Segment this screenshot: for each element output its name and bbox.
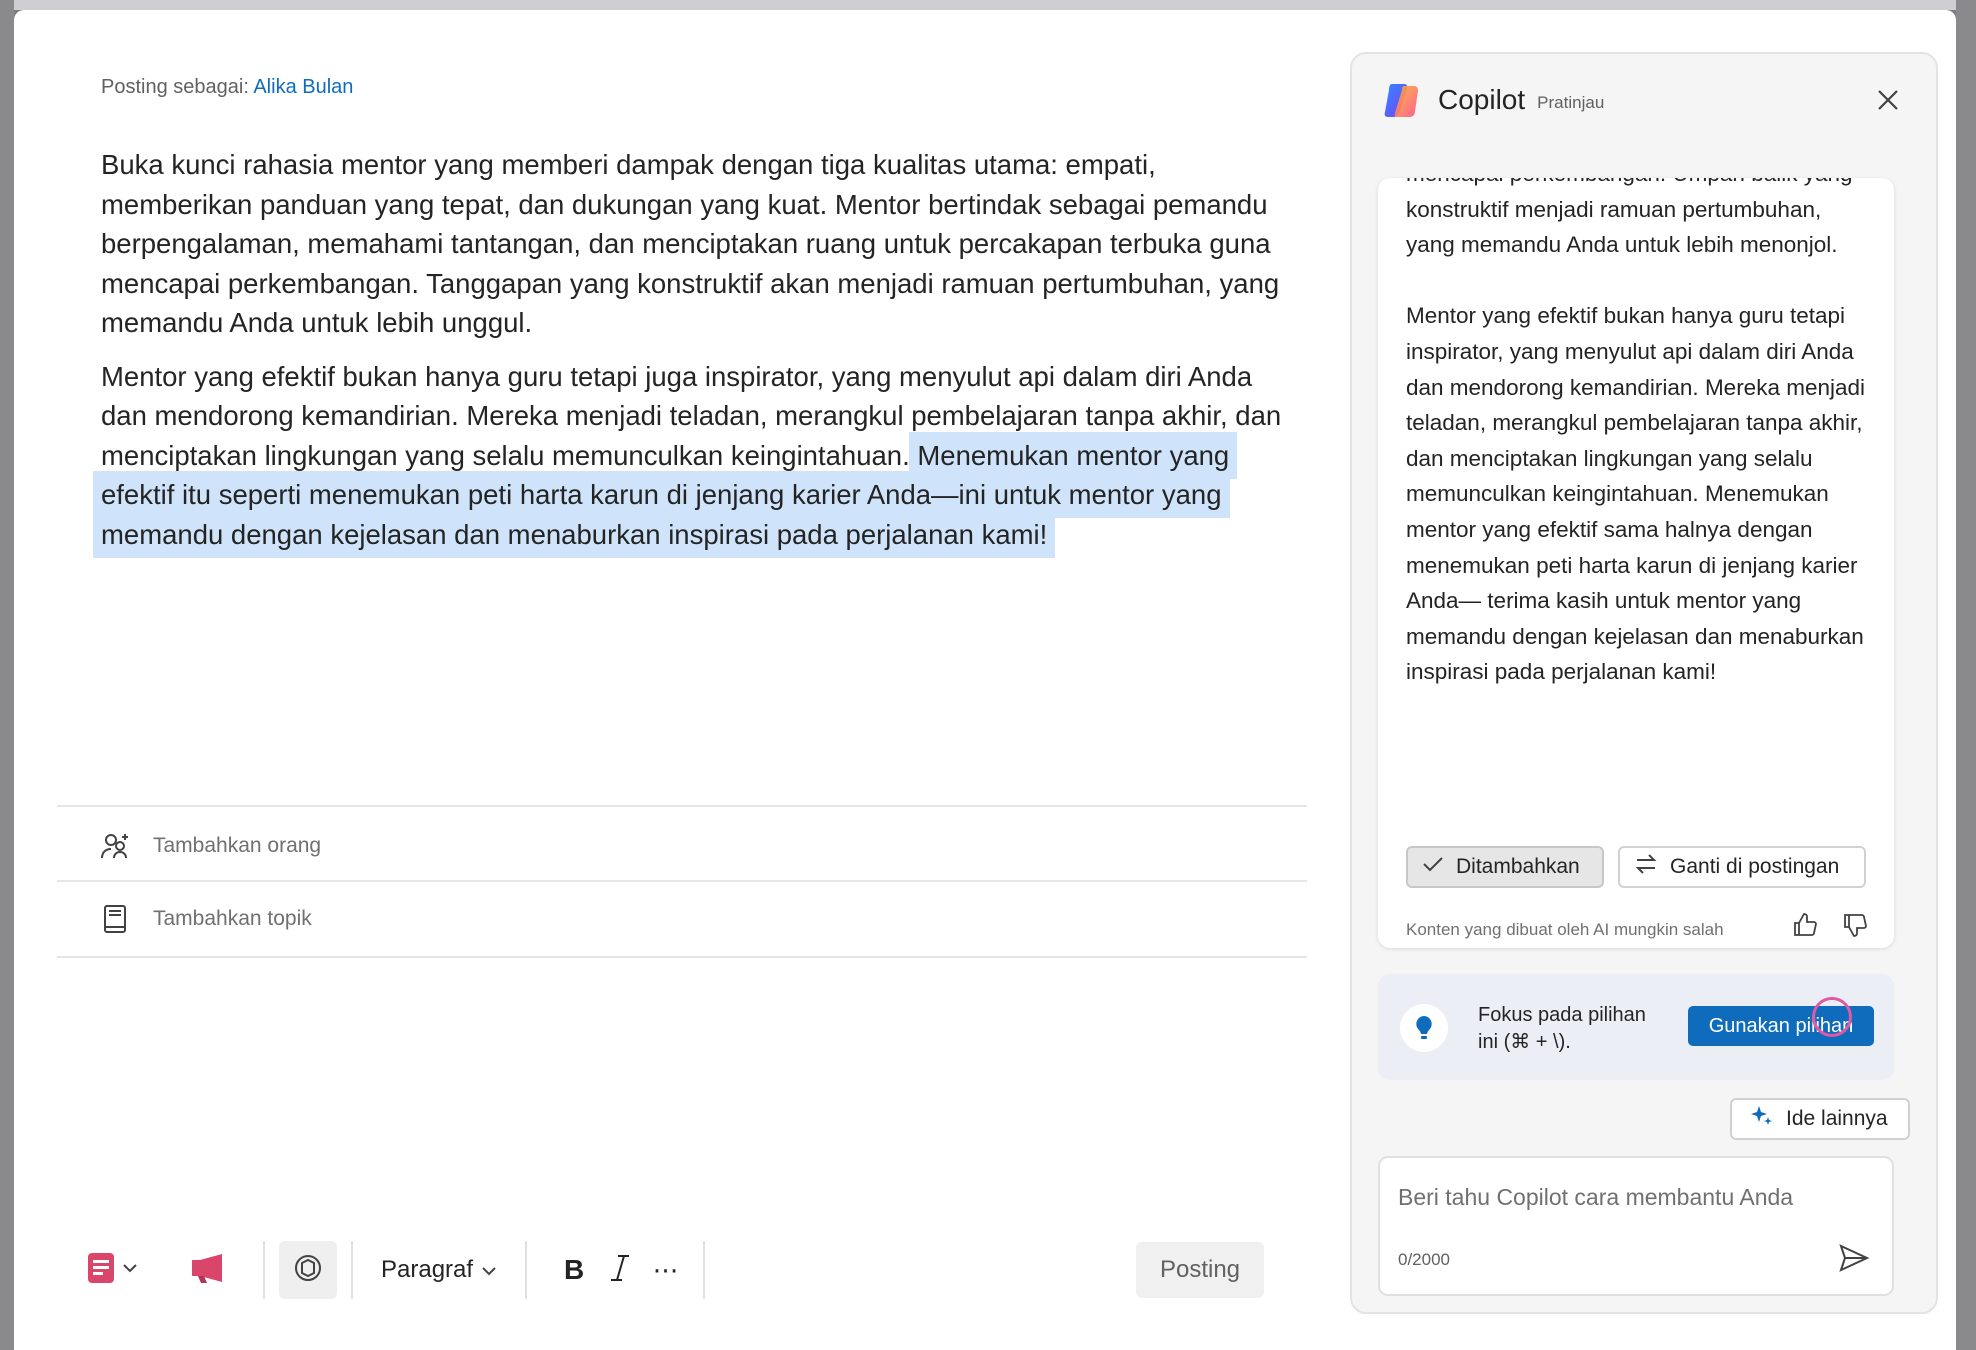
suggestion-text: mencapai perkembangan. Umpan balik yang … [1406,178,1866,726]
author-name[interactable]: Alika Bulan [253,76,353,98]
lightbulb-icon [1400,1004,1448,1052]
paragraph-format-label: Paragraf [381,1256,474,1283]
more-options-icon: ⋯ [652,1254,680,1285]
toolbar-separator [703,1241,706,1299]
italic-icon [609,1254,631,1287]
suggestion-actions: Ditambahkan Ganti di postingan [1406,846,1866,888]
posting-as: Posting sebagai: Alika Bulan [101,76,353,99]
bold-button[interactable]: B [551,1241,597,1299]
background-app-topbar [0,0,1976,10]
close-button[interactable] [1870,82,1906,118]
added-button[interactable]: Ditambahkan [1406,846,1604,888]
toolbar-separator [525,1241,528,1299]
italic-button[interactable] [597,1241,643,1299]
copilot-prompt-input[interactable]: Beri tahu Copilot cara membantu Anda 0/2… [1378,1156,1894,1296]
ai-disclaimer: Konten yang dibuat oleh AI mungkin salah [1406,920,1724,939]
replace-in-post-button[interactable]: Ganti di postingan [1618,846,1866,888]
composer-toolbar: Paragraf B ⋯ Posting [57,1230,1307,1310]
megaphone-icon [188,1252,230,1289]
compose-post-dialog: Posting sebagai: Alika Bulan Buka kunci … [14,10,1956,1350]
swap-arrows-icon [1634,853,1658,881]
add-topic-row[interactable]: Tambahkan topik [57,884,1307,954]
prompt-placeholder: Beri tahu Copilot cara membantu Anda [1398,1184,1794,1210]
book-icon [99,903,131,935]
copilot-icon [293,1253,323,1288]
chevron-down-icon [122,1261,138,1279]
announcement-button[interactable] [169,1241,249,1299]
send-icon [1839,1244,1870,1272]
toolbar-separator [263,1241,265,1299]
add-people-label: Tambahkan orang [153,834,322,857]
copilot-title: Copilot [1438,84,1526,115]
copilot-logo-icon [1382,80,1422,120]
more-ideas-label: Ide lainnya [1786,1107,1888,1130]
sparkle-icon [1750,1104,1774,1134]
preview-badge: Pratinjau [1537,93,1605,112]
close-icon [1878,90,1898,110]
divider [57,805,1307,807]
post-button[interactable]: Posting [1136,1242,1264,1298]
added-button-label: Ditambahkan [1456,855,1580,878]
thumbs-down-icon[interactable] [1842,912,1868,943]
chevron-down-icon [481,1256,497,1284]
focus-selection-text: Fokus pada pilihan ini (⌘ + \). [1478,1004,1646,1053]
post-type-picker[interactable] [57,1241,138,1299]
character-count: 0/2000 [1398,1250,1450,1269]
suggestion-paragraph-2: Mentor yang efektif bukan hanya guru tet… [1406,303,1866,685]
more-formatting-button[interactable]: ⋯ [643,1241,689,1299]
divider [57,956,1307,958]
cursor-indicator [1812,997,1852,1037]
more-ideas-button[interactable]: Ide lainnya [1730,1098,1910,1140]
post-paragraph-2[interactable]: Mentor yang efektif bukan hanya guru tet… [101,357,1301,555]
post-paragraph-1[interactable]: Buka kunci rahasia mentor yang memberi d… [101,145,1301,343]
background-app-right [1956,0,1976,1350]
bold-icon: B [563,1254,585,1285]
post-editor[interactable]: Buka kunci rahasia mentor yang memberi d… [101,145,1301,568]
replace-button-label: Ganti di postingan [1670,855,1840,878]
checkmark-icon [1422,855,1444,879]
add-people-row[interactable]: Tambahkan orang [57,811,1307,881]
copilot-toolbar-button[interactable] [279,1241,337,1299]
copilot-header: Copilot Pratinjau [1352,54,1936,146]
add-topic-label: Tambahkan topik [153,907,312,930]
add-people-icon [99,830,131,862]
copilot-panel: Copilot Pratinjau mencapai perkembangan.… [1350,52,1938,1314]
toolbar-separator [351,1241,353,1299]
background-app-left [0,0,14,1350]
focus-selection-banner: Fokus pada pilihan ini (⌘ + \). Gunakan … [1378,974,1894,1080]
feedback-buttons [1792,912,1868,943]
send-button[interactable] [1834,1238,1874,1278]
copilot-suggestion-card: mencapai perkembangan. Umpan balik yang … [1378,178,1894,948]
thumbs-up-icon[interactable] [1792,912,1818,943]
posting-as-label: Posting sebagai: [101,76,249,98]
suggestion-paragraph-1: mencapai perkembangan. Umpan balik yang … [1406,178,1853,258]
post-type-icon [86,1251,116,1290]
paragraph-format-dropdown[interactable]: Paragraf [367,1241,511,1299]
divider [57,880,1307,882]
